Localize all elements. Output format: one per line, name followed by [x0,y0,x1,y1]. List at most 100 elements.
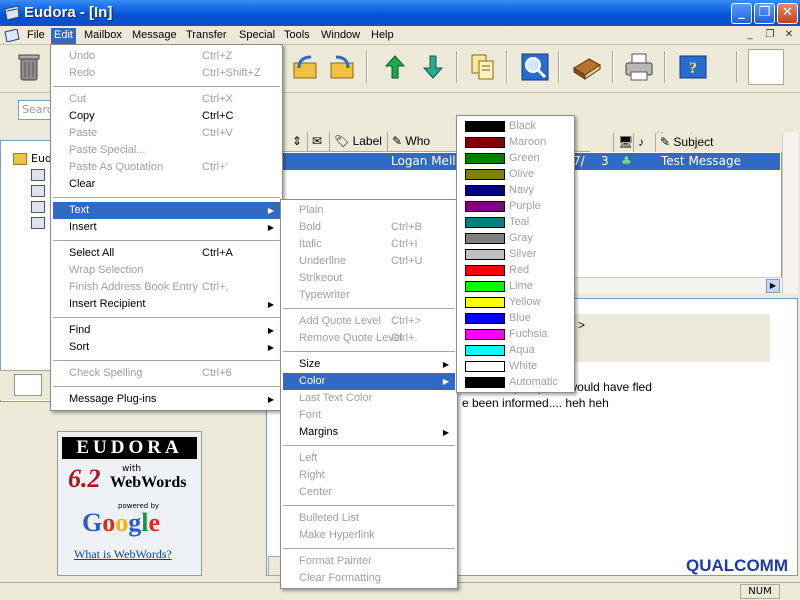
menu-transfer[interactable]: Transfer [183,28,230,44]
menu-item-message-plug-ins[interactable]: Message Plug-ins ▶ [53,391,280,408]
mdi-restore-button[interactable]: ❐ [762,28,778,42]
menu-item-center[interactable]: Center [283,484,455,501]
color-item-fuchsia[interactable]: Fuchsia [459,326,572,342]
help-icon[interactable]: ? [676,50,710,84]
color-item-navy[interactable]: Navy [459,182,572,198]
menu-item-make-hyperlink[interactable]: Make Hyperlink [283,527,455,544]
color-item-red[interactable]: Red [459,262,572,278]
menu-help[interactable]: Help [368,28,397,44]
what-is-webwords-link[interactable]: What is WebWords? [74,547,172,562]
menu-item-clear[interactable]: Clear [53,176,280,193]
menu-item-right[interactable]: Right [283,467,455,484]
minimize-button[interactable]: _ [731,3,752,24]
menu-item-italic[interactable]: Italic Ctrl+I [283,236,455,253]
trash-icon[interactable] [12,50,46,84]
menu-message[interactable]: Message [129,28,180,44]
menu-item-bulleted-list[interactable]: Bulleted List [283,510,455,527]
title-bar[interactable]: Eudora - [In] _ ❐ ✕ [0,0,800,26]
column-label-header[interactable]: 🏷 Label [330,132,388,151]
color-item-teal[interactable]: Teal [459,214,572,230]
color-item-lime[interactable]: Lime [459,278,572,294]
menu-item-text[interactable]: Text ▶ [53,202,280,219]
up-arrow-icon[interactable] [378,50,412,84]
message-list-vertical-scrollbar[interactable] [782,132,798,294]
color-item-yellow[interactable]: Yellow [459,294,572,310]
menu-item-color[interactable]: Color ▶ [283,373,455,390]
menu-item-copy[interactable]: Copy Ctrl+C [53,108,280,125]
menu-file[interactable]: File [24,28,48,44]
mailboxes-tab[interactable] [14,374,42,396]
menu-item-remove-quote-level[interactable]: Remove Quote Level Ctrl+. [283,330,455,347]
menu-item-select-all[interactable]: Select All Ctrl+A [53,245,280,262]
menu-item-bold[interactable]: Bold Ctrl+B [283,219,455,236]
menu-item-paste-special[interactable]: Paste Special... [53,142,280,159]
find-icon[interactable] [518,50,552,84]
color-item-white[interactable]: White [459,358,572,374]
mdi-minimize-button[interactable]: _ [742,28,758,42]
menu-item-typewriter[interactable]: Typewriter [283,287,455,304]
color-item-silver[interactable]: Silver [459,246,572,262]
attach-icon[interactable] [466,50,500,84]
menu-item-clear-formatting[interactable]: Clear Formatting [283,570,455,587]
color-item-green[interactable]: Green [459,150,572,166]
menu-item-redo[interactable]: Redo Ctrl+Shift+Z [53,65,280,82]
menu-item-undo[interactable]: Undo Ctrl+Z [53,48,280,65]
menu-item-insert[interactable]: Insert ▶ [53,219,280,236]
column-mood-icon-header[interactable]: ♪ [634,133,656,152]
column-server-status-header[interactable]: 🖥 [614,133,634,152]
menu-tools[interactable]: Tools [281,28,313,44]
scroll-right-button[interactable]: ▶ [766,279,780,293]
menu-item-left[interactable]: Left [283,450,455,467]
menu-item-last-text-color[interactable]: Last Text Color [283,390,455,407]
eudora-app-icon[interactable] [4,5,20,21]
color-item-purple[interactable]: Purple [459,198,572,214]
menu-item-plain[interactable]: Plain [283,202,455,219]
menu-mailbox[interactable]: Mailbox [81,28,125,44]
close-button[interactable]: ✕ [777,3,798,24]
mdi-close-button[interactable]: ✕ [781,28,797,42]
column-subject-header[interactable]: ✎ Subject [656,133,766,152]
down-arrow-icon[interactable] [416,50,450,84]
menu-item-wrap-selection[interactable]: Wrap Selection [53,262,280,279]
color-item-black[interactable]: Black [459,118,572,134]
print-icon[interactable] [622,50,656,84]
menu-item-cut[interactable]: Cut Ctrl+X [53,91,280,108]
column-status-header[interactable]: ⇕ [288,132,308,151]
menu-item-size[interactable]: Size ▶ [283,356,455,373]
color-item-aqua[interactable]: Aqua [459,342,572,358]
color-item-blue[interactable]: Blue [459,310,572,326]
menu-item-underline[interactable]: Underline Ctrl+U [283,253,455,270]
out-mailbox-icon[interactable] [31,185,45,197]
menu-item-find[interactable]: Find ▶ [53,322,280,339]
menu-special[interactable]: Special [236,28,278,44]
search-input[interactable]: Search [18,100,52,120]
menu-item-paste-as-quotation[interactable]: Paste As Quotation Ctrl+' [53,159,280,176]
reply-all-icon[interactable] [288,50,322,84]
menu-item-sort[interactable]: Sort ▶ [53,339,280,356]
junk-mailbox-icon[interactable] [31,201,45,213]
color-item-automatic[interactable]: Automatic [459,374,572,390]
menu-item-add-quote-level[interactable]: Add Quote Level Ctrl+> [283,313,455,330]
column-priority-header[interactable]: ✉ [308,132,330,151]
menu-item-margins[interactable]: Margins ▶ [283,424,455,441]
menu-item-insert-recipient[interactable]: Insert Recipient ▶ [53,296,280,313]
menu-window[interactable]: Window [318,28,363,44]
menu-edit[interactable]: Edit [51,28,76,44]
document-icon[interactable] [4,29,20,42]
column-mood-header[interactable] [590,133,614,152]
address-book-icon[interactable] [570,50,604,84]
column-who-header[interactable]: ✎ Who [388,132,458,151]
color-item-maroon[interactable]: Maroon [459,134,572,150]
color-item-olive[interactable]: Olive [459,166,572,182]
forward-icon[interactable] [325,50,359,84]
menu-item-format-painter[interactable]: Format Painter [283,553,455,570]
trash-mailbox-icon[interactable] [31,217,45,229]
color-item-gray[interactable]: Gray [459,230,572,246]
maximize-button[interactable]: ❐ [754,3,775,24]
menu-item-check-spelling[interactable]: Check Spelling Ctrl+6 [53,365,280,382]
menu-item-finish-address-book-entry[interactable]: Finish Address Book Entry Ctrl+, [53,279,280,296]
menu-item-paste[interactable]: Paste Ctrl+V [53,125,280,142]
in-mailbox-icon[interactable] [31,169,45,181]
menu-item-font[interactable]: Font [283,407,455,424]
webwords-ad[interactable]: EUDORA 6.2 with WebWords powered by Goog… [57,431,202,576]
